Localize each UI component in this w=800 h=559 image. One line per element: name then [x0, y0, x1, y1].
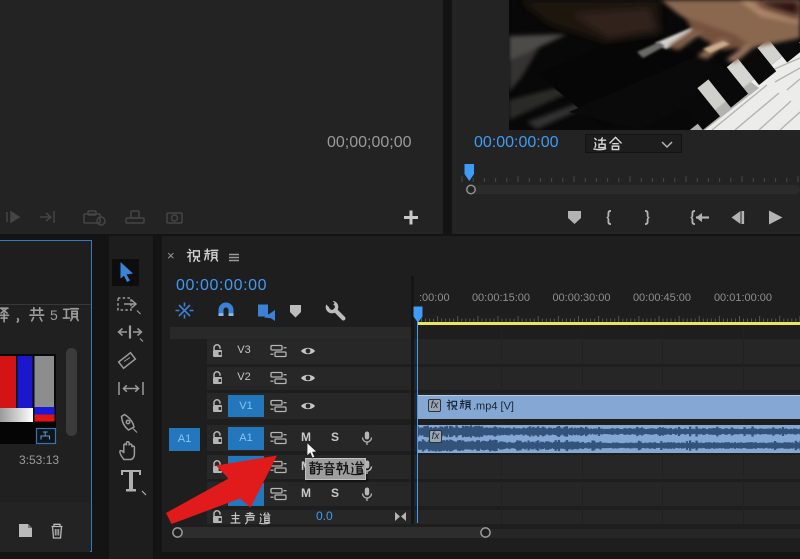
svg-text:5: 5	[50, 307, 58, 323]
